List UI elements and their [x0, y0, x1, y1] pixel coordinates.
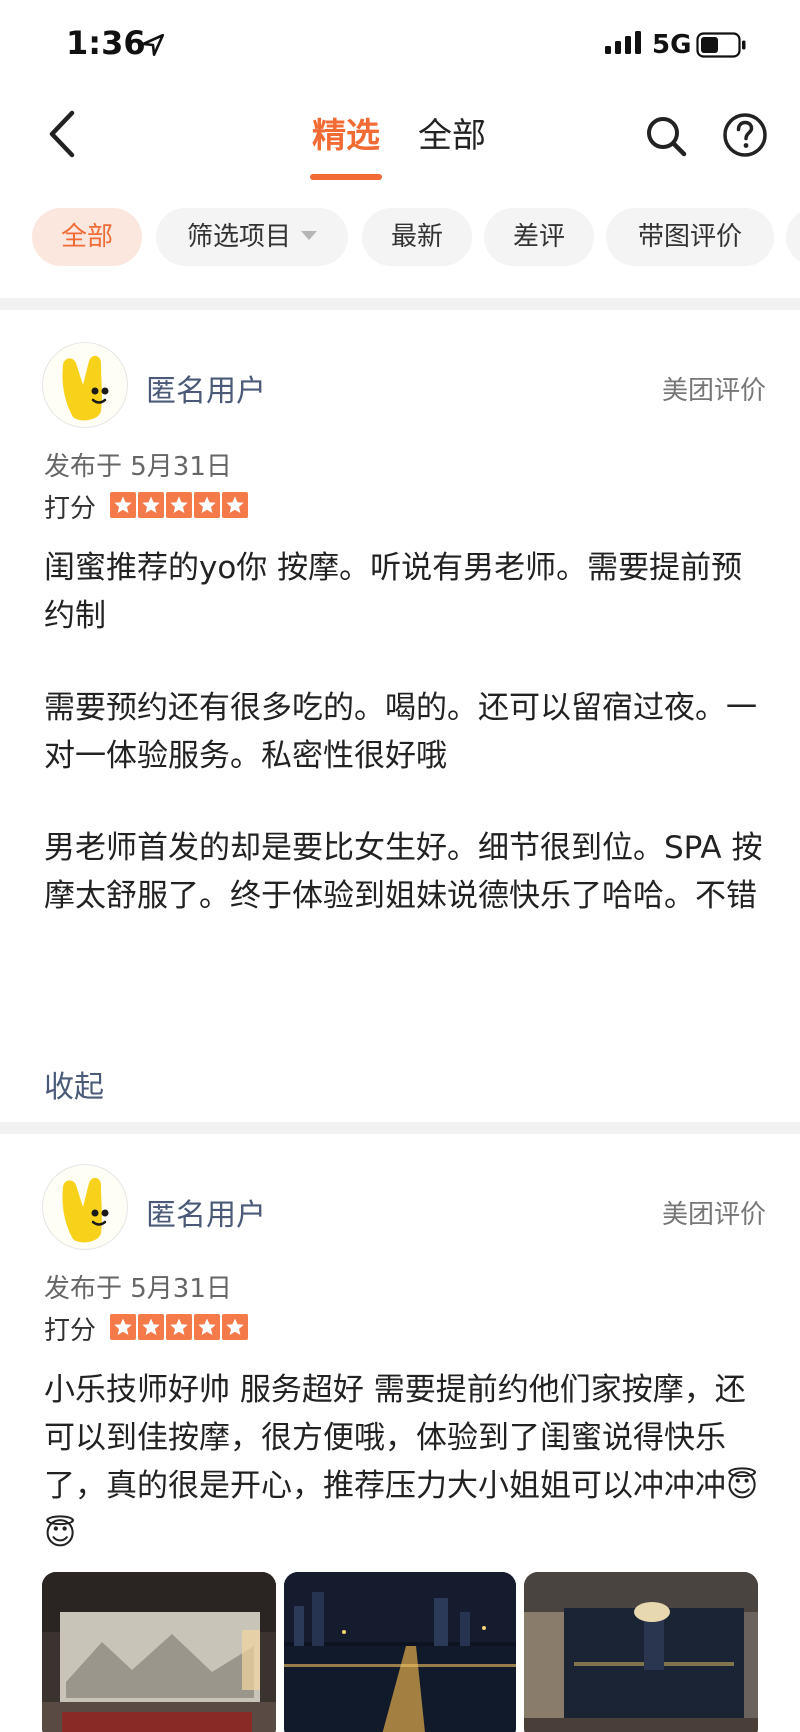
filter-chip-label: 全部 — [60, 222, 113, 252]
hotel-room-photo — [42, 1572, 276, 1732]
review-paragraph: 闺蜜推荐的yo你 按摩。听说有男老师。需要提前预约制 — [44, 550, 743, 634]
review-date: 发布于 5月31日 — [44, 1274, 232, 1304]
signal-icon — [605, 31, 641, 54]
review-username[interactable]: 匿名用户 — [146, 366, 266, 410]
filter-chip-negative[interactable]: 差评 — [484, 208, 594, 266]
filter-chip-with-photos[interactable]: 带图评价 — [606, 208, 774, 266]
help-icon[interactable] — [722, 112, 768, 158]
review-date: 发布于 5月31日 — [44, 452, 232, 482]
filter-chip-latest[interactable]: 最新 — [362, 208, 472, 266]
filter-chip-all[interactable]: 全部 — [32, 208, 142, 266]
room-window-photo — [524, 1572, 758, 1732]
filter-chip-label: 最新 — [390, 222, 443, 252]
star-icon — [138, 1314, 164, 1340]
filter-chip-project-dropdown[interactable]: 筛选项目 — [156, 208, 348, 266]
star-icon — [110, 492, 136, 518]
review-photo[interactable] — [42, 1572, 276, 1732]
review-source: 美团评价 — [661, 376, 766, 406]
review-paragraph: 小乐技师好帅 服务超好 需要提前约他们家按摩，还可以到佳按摩，很方便哦，体验到了… — [44, 1372, 759, 1552]
network-label: 5G — [652, 30, 692, 60]
battery-icon — [696, 32, 746, 58]
review-paragraph: 需要预约还有很多吃的。喝的。还可以留宿过夜。一对一体验服务。私密性很好哦 — [44, 690, 757, 774]
review-photo[interactable] — [284, 1572, 516, 1732]
star-icon — [110, 1314, 136, 1340]
review-username[interactable]: 匿名用户 — [146, 1190, 266, 1234]
review-card: 匿名用户 美团评价 发布于 5月31日 打分 闺蜜推荐的yo你 按摩。听说有男老… — [0, 310, 800, 1132]
filter-chip-label: 带图评价 — [637, 222, 742, 252]
status-bar: 1:36 5G — [0, 0, 800, 88]
location-arrow-icon — [141, 33, 165, 57]
tab-featured[interactable]: 精选 — [312, 114, 380, 158]
review-source: 美团评价 — [661, 1200, 766, 1230]
active-tab-indicator — [310, 174, 382, 180]
filter-chip-label: 筛选项目 — [186, 222, 291, 252]
filter-chip-more[interactable] — [786, 208, 800, 266]
avatar[interactable] — [42, 342, 128, 428]
status-time: 1:36 — [66, 24, 146, 62]
mascot-avatar-icon — [62, 1177, 109, 1243]
rating-label: 打分 — [44, 494, 97, 524]
filter-chip-label: 差评 — [512, 222, 565, 252]
back-arrow-icon[interactable] — [44, 108, 84, 160]
star-icon — [222, 1314, 248, 1340]
star-icon — [222, 492, 248, 518]
collapse-link[interactable]: 收起 — [44, 1062, 104, 1106]
section-divider — [0, 298, 800, 310]
review-paragraph: 男老师首发的却是要比女生好。细节很到位。SPA 按摩太舒服了。终于体验到姐妹说德… — [44, 830, 763, 914]
star-rating — [110, 1314, 250, 1340]
star-icon — [138, 492, 164, 518]
caret-down-icon — [301, 231, 317, 240]
star-icon — [194, 1314, 220, 1340]
night-city-photo — [284, 1572, 516, 1732]
filter-chips: 全部 筛选项目 最新 差评 带图评价 — [0, 208, 800, 268]
section-divider — [0, 1122, 800, 1134]
review-photo[interactable] — [524, 1572, 758, 1732]
rating-label: 打分 — [44, 1316, 97, 1346]
star-rating — [110, 492, 250, 518]
star-icon — [166, 492, 192, 518]
avatar[interactable] — [42, 1164, 128, 1250]
search-icon[interactable] — [644, 114, 688, 158]
tab-all[interactable]: 全部 — [418, 114, 486, 158]
star-icon — [194, 492, 220, 518]
star-icon — [166, 1314, 192, 1340]
mascot-avatar-icon — [62, 355, 109, 421]
